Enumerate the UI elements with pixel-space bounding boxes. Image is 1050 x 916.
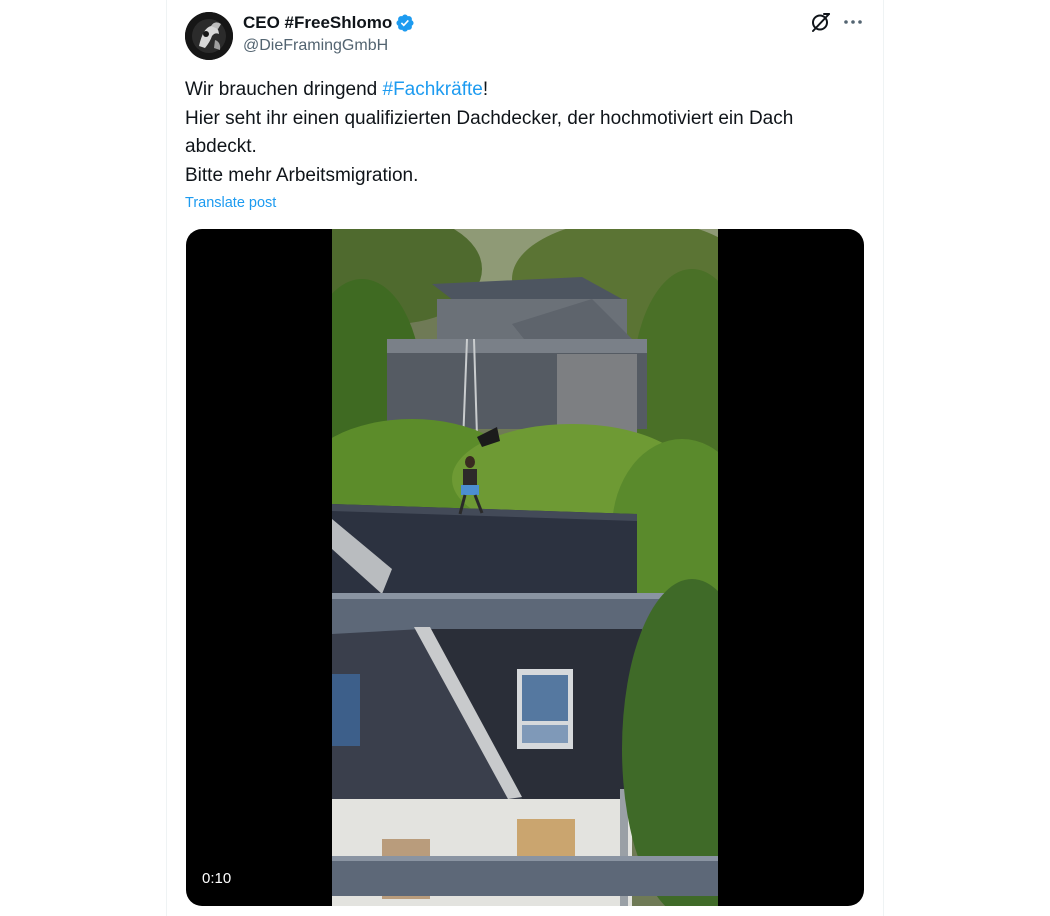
verified-badge-icon xyxy=(395,13,415,33)
video-player[interactable]: 0:10 xyxy=(186,229,864,906)
author-handle[interactable]: @DieFramingGmbH xyxy=(243,37,415,55)
text-segment: Wir brauchen dringend xyxy=(185,79,383,100)
text-segment: ! xyxy=(482,79,489,100)
tweet-header: CEO #FreeShlomo @DieFramingGmbH xyxy=(185,10,865,60)
video-frame xyxy=(332,229,718,906)
display-name[interactable]: CEO #FreeShlomo xyxy=(243,13,392,33)
more-icon[interactable] xyxy=(841,10,865,34)
avatar[interactable] xyxy=(185,12,233,60)
page: CEO #FreeShlomo @DieFramingGmbH Wir brau… xyxy=(0,0,1050,916)
column-border-left xyxy=(166,0,167,916)
tweet-text-line-4: Bitte mehr Arbeitsmigration. xyxy=(185,164,419,186)
grok-icon[interactable] xyxy=(809,10,833,34)
column-border-right xyxy=(883,0,884,916)
author-names: CEO #FreeShlomo @DieFramingGmbH xyxy=(243,12,415,55)
translate-post-link[interactable]: Translate post xyxy=(185,195,276,211)
tweet-text-line-1: Wir brauchen dringend #Fachkräfte! xyxy=(185,76,875,105)
tweet-text-line-2: Hier seht ihr einen qualifizierten Dachd… xyxy=(185,107,794,129)
tweet-text: Wir brauchen dringend #Fachkräfte! Hier … xyxy=(185,76,875,190)
display-name-row: CEO #FreeShlomo xyxy=(243,12,415,34)
tweet-text-line-3: abdeckt. xyxy=(185,136,257,157)
video-duration: 0:10 xyxy=(202,870,232,887)
hashtag-link[interactable]: #Fachkräfte xyxy=(383,79,483,100)
